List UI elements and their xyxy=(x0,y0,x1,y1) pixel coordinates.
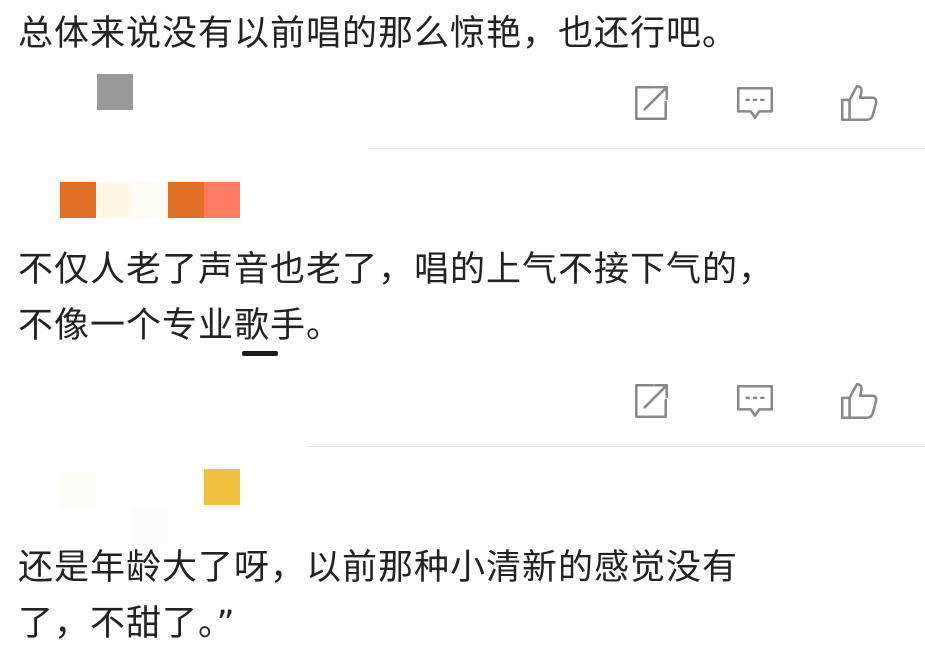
like-button[interactable] xyxy=(833,376,885,426)
comment-actions xyxy=(0,376,925,426)
like-button[interactable] xyxy=(833,78,885,128)
comment-icon xyxy=(736,87,774,119)
text-underline-mark xyxy=(242,351,278,356)
share-button[interactable] xyxy=(625,376,677,426)
like-icon xyxy=(840,382,878,420)
share-icon xyxy=(635,85,669,121)
username-pixel[interactable] xyxy=(60,182,96,218)
comment-text: 不仅人老了声音也老了，唱的上气不接下气的， 不像一个专业歌手。 xyxy=(18,250,775,346)
comment-text: 还是年龄大了呀，以前那种小清新的感觉没有 了，不甜了。” xyxy=(18,548,739,644)
comment-divider xyxy=(368,148,925,149)
comment-actions xyxy=(0,78,925,128)
username-pixel[interactable] xyxy=(132,182,168,218)
share-icon xyxy=(635,383,669,419)
username-pixel[interactable] xyxy=(204,182,240,218)
share-button[interactable] xyxy=(625,78,677,128)
username-pixel[interactable] xyxy=(132,508,168,544)
reply-button[interactable] xyxy=(729,78,781,128)
username-pixel[interactable] xyxy=(60,472,96,508)
username-pixel[interactable] xyxy=(96,182,132,218)
comment-icon xyxy=(736,385,774,417)
username-pixel[interactable] xyxy=(168,182,204,218)
comment-text: 总体来说没有以前唱的那么惊艳，也还行吧。 xyxy=(18,14,739,54)
comment-divider xyxy=(308,446,925,447)
reply-button[interactable] xyxy=(729,376,781,426)
username-pixel[interactable] xyxy=(204,469,240,505)
like-icon xyxy=(840,84,878,122)
